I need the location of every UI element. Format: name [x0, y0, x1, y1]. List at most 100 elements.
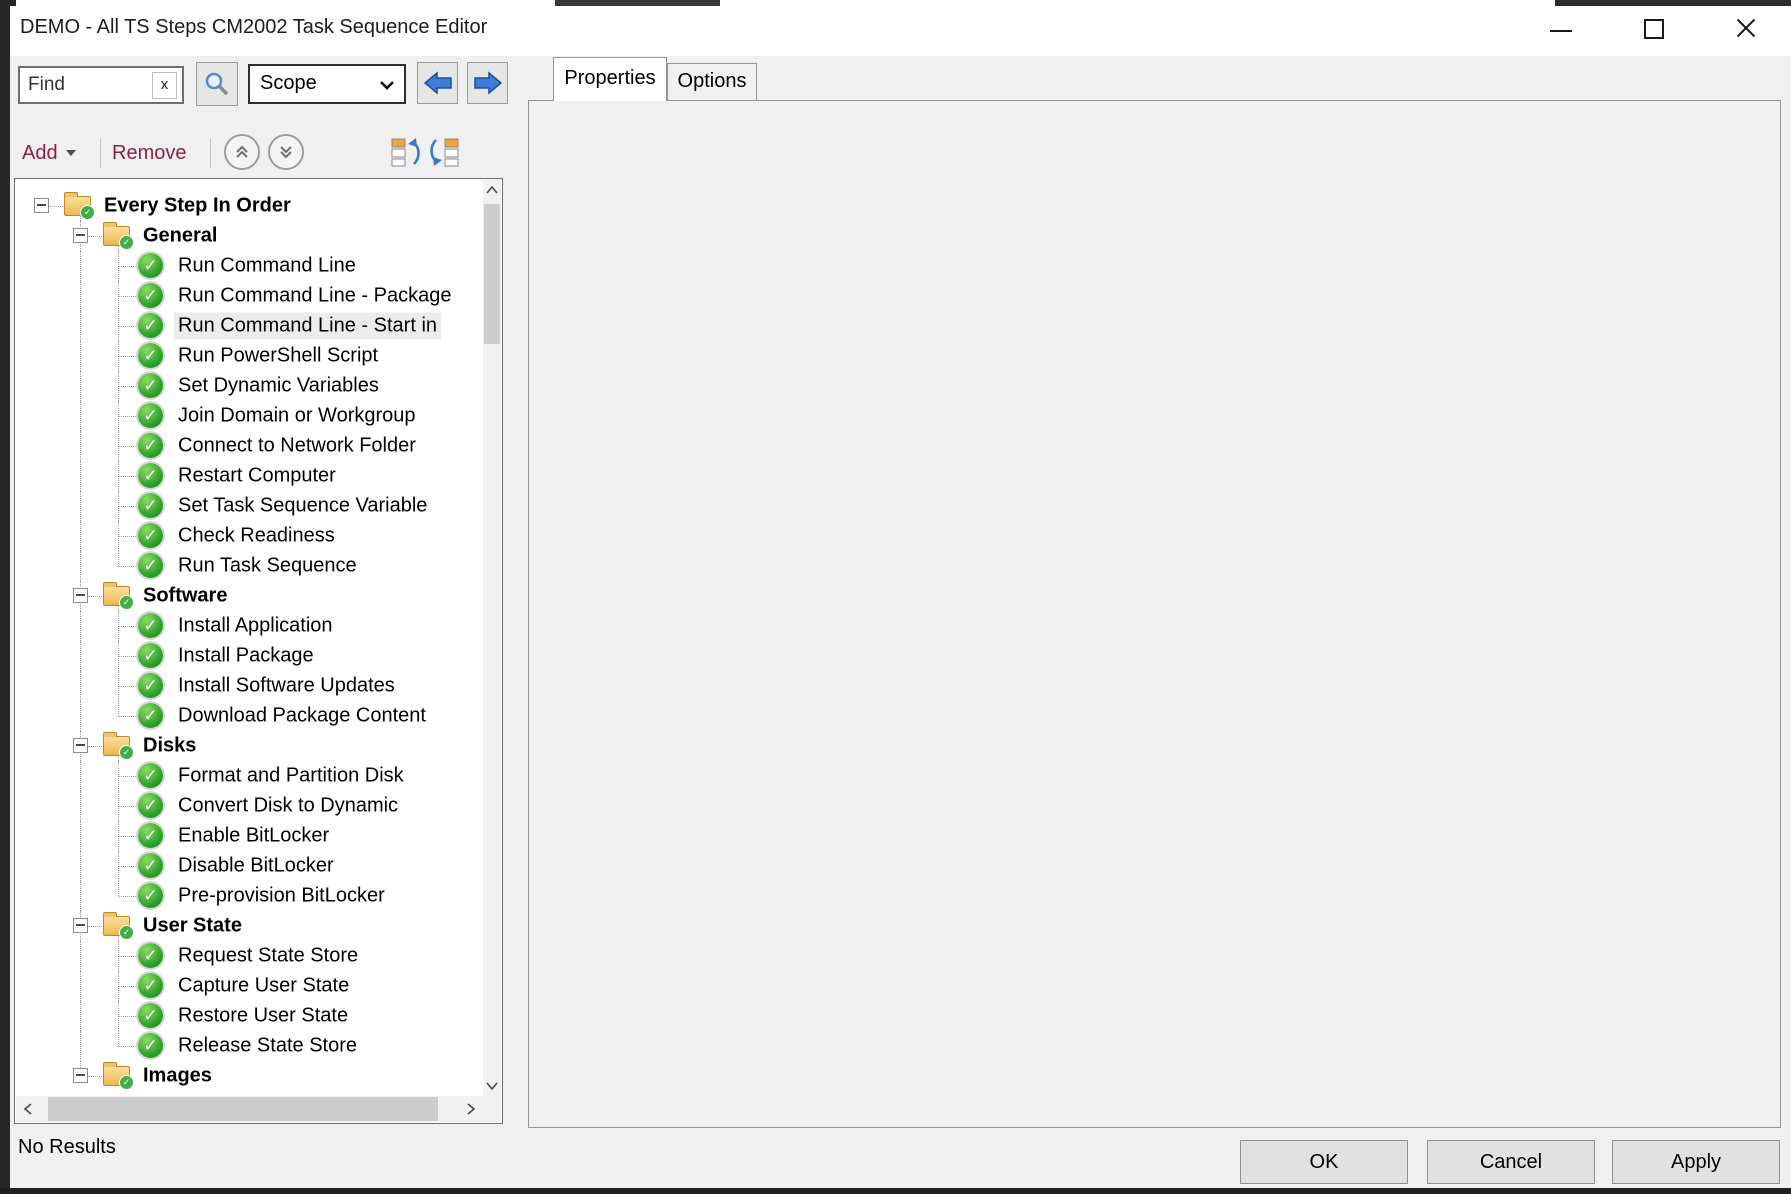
tree-item-run-command-line[interactable]: ✓Run Command Line [15, 251, 483, 281]
remove-button[interactable]: Remove [112, 138, 186, 168]
tree-item-label: Images [139, 1063, 216, 1090]
tree-item-disable-bitlocker[interactable]: ✓Disable BitLocker [15, 851, 483, 881]
tree-item-images[interactable]: Images [15, 1061, 483, 1091]
find-input[interactable]: Find x [18, 66, 184, 104]
collapse-all-button[interactable] [224, 134, 260, 170]
tree-item-label: Enable BitLocker [174, 823, 333, 850]
expand-collapse-toggle[interactable] [73, 588, 88, 603]
tree-item-format-and-partition-disk[interactable]: ✓Format and Partition Disk [15, 761, 483, 791]
arrow-right-icon [473, 71, 503, 95]
tree-guide-line [119, 896, 136, 897]
folder-icon [103, 916, 130, 936]
scroll-down-arrow[interactable] [483, 1076, 501, 1096]
tree-item-user-state[interactable]: User State [15, 911, 483, 941]
tree-item-run-command-line-start-in[interactable]: ✓Run Command Line - Start in [15, 311, 483, 341]
tree-item-convert-disk-to-dynamic[interactable]: ✓ Convert Disk to Dynamic [15, 791, 483, 821]
tree-item-run-command-line-package[interactable]: ✓Run Command Line - Package [15, 281, 483, 311]
tree-item-connect-to-network-folder[interactable]: ✓Connect to Network Folder [15, 431, 483, 461]
tree-item-join-domain-or-workgroup[interactable]: ✓Join Domain or Workgroup [15, 401, 483, 431]
apply-button[interactable]: Apply [1612, 1140, 1780, 1184]
tree-guide-line [88, 236, 102, 237]
tree-item-general[interactable]: General [15, 221, 483, 251]
tree-item-pre-provision-bitlocker[interactable]: ✓Pre-provision BitLocker [15, 881, 483, 911]
step-check-icon: ✓ [138, 793, 163, 818]
minimize-button[interactable] [1529, 8, 1593, 48]
tree-item-label: Disable BitLocker [174, 853, 338, 880]
find-previous-button[interactable] [417, 62, 458, 104]
tree-item-request-state-store[interactable]: ✓Request State Store [15, 941, 483, 971]
expand-collapse-toggle[interactable] [73, 738, 88, 753]
scroll-right-arrow[interactable] [459, 1096, 483, 1122]
find-clear-button[interactable]: x [152, 72, 177, 99]
tree-item-restore-user-state[interactable]: ✓Restore User State [15, 1001, 483, 1031]
tree-item-set-task-sequence-variable[interactable]: ✓Set Task Sequence Variable [15, 491, 483, 521]
tree-item-every-step-in-order[interactable]: Every Step In Order [15, 191, 483, 221]
step-check-icon: ✓ [138, 253, 163, 278]
tree-item-software[interactable]: Software [15, 581, 483, 611]
add-button[interactable]: Add [22, 138, 76, 168]
desktop-edge-top [0, 0, 16, 6]
tree-guide-line [80, 791, 81, 821]
tree-item-disks[interactable]: Disks [15, 731, 483, 761]
tree-item-label: Convert Disk to Dynamic [174, 793, 402, 820]
tree-horizontal-scrollbar[interactable] [16, 1096, 483, 1122]
expand-all-button[interactable] [268, 134, 304, 170]
search-button[interactable] [196, 62, 238, 106]
move-step-down-button[interactable] [428, 136, 460, 168]
scrollbar-thumb[interactable] [484, 204, 500, 344]
scrollbar-thumb[interactable] [48, 1097, 438, 1121]
scroll-up-arrow[interactable] [483, 180, 501, 200]
tree-guide-line [80, 641, 81, 671]
tree-guide-line [80, 851, 81, 881]
tree-item-label: Software [139, 583, 231, 610]
tree-guide-line [80, 521, 81, 551]
tree-item-install-software-updates[interactable]: ✓Install Software Updates [15, 671, 483, 701]
toolbar-separator [210, 138, 211, 168]
tree-guide-line [118, 551, 119, 566]
tree-item-release-state-store[interactable]: ✓Release State Store [15, 1031, 483, 1061]
expand-collapse-toggle[interactable] [73, 228, 88, 243]
tree-guide-line [119, 266, 136, 267]
tree-item-download-package-content[interactable]: ✓Download Package Content [15, 701, 483, 731]
step-check-icon: ✓ [138, 703, 163, 728]
tree-guide-line [88, 746, 102, 747]
step-check-icon: ✓ [138, 763, 163, 788]
close-button[interactable] [1713, 8, 1777, 48]
expand-collapse-toggle[interactable] [73, 918, 88, 933]
cancel-button[interactable]: Cancel [1427, 1140, 1595, 1184]
step-check-icon: ✓ [138, 463, 163, 488]
tree-vertical-scrollbar[interactable] [483, 180, 501, 1096]
tree-guide-line [80, 371, 81, 401]
tree-guide-line [118, 1031, 119, 1046]
tree-guide-line [119, 686, 136, 687]
tree-guide-line [80, 1001, 81, 1031]
tree-guide-line [119, 476, 136, 477]
tree-guide-line [80, 551, 81, 581]
scope-dropdown[interactable]: Scope [248, 64, 406, 104]
tree-item-label: Release State Store [174, 1033, 361, 1060]
expand-collapse-toggle[interactable] [34, 198, 49, 213]
scrollbar-corner [483, 1096, 501, 1122]
tree-item-install-package[interactable]: ✓Install Package [15, 641, 483, 671]
tree-guide-line [80, 311, 81, 341]
tab-properties[interactable]: Properties [553, 57, 667, 101]
tree-item-set-dynamic-variables[interactable]: ✓Set Dynamic Variables [15, 371, 483, 401]
expand-collapse-toggle[interactable] [73, 1068, 88, 1083]
tree-item-label: Set Task Sequence Variable [174, 493, 431, 520]
tree-item-restart-computer[interactable]: ✓Restart Computer [15, 461, 483, 491]
move-step-up-button[interactable] [390, 136, 422, 168]
tree-item-install-application[interactable]: ✓Install Application [15, 611, 483, 641]
tree-item-run-task-sequence[interactable]: ✓Run Task Sequence [15, 551, 483, 581]
tree-item-label: Check Readiness [174, 523, 339, 550]
tab-options[interactable]: Options [667, 63, 757, 101]
tree-guide-line [80, 281, 81, 311]
find-next-button[interactable] [467, 62, 508, 104]
tree-item-check-readiness[interactable]: ✓Check Readiness [15, 521, 483, 551]
tree-item-enable-bitlocker[interactable]: ✓Enable BitLocker [15, 821, 483, 851]
tree-item-capture-user-state[interactable]: ✓Capture User State [15, 971, 483, 1001]
maximize-button[interactable] [1620, 8, 1684, 48]
tree-guide-line [80, 881, 81, 911]
scroll-left-arrow[interactable] [16, 1096, 40, 1122]
ok-button[interactable]: OK [1240, 1140, 1408, 1184]
tree-item-run-powershell-script[interactable]: ✓Run PowerShell Script [15, 341, 483, 371]
